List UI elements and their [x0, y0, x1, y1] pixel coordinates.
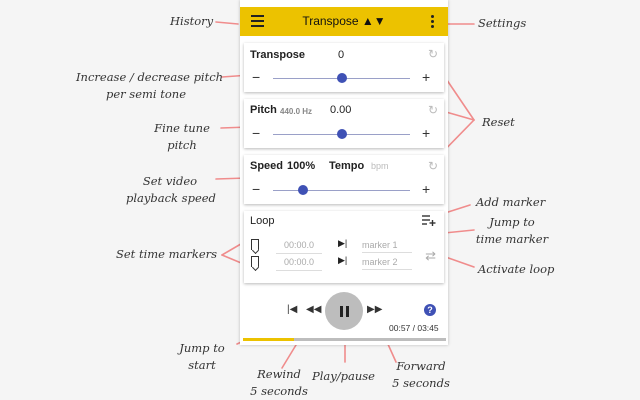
annotation-jump-marker: Jump to time marker — [475, 215, 549, 246]
forward-icon[interactable]: ▶▶ — [367, 304, 382, 315]
transpose-card: Transpose 0 ↻ − + — [244, 43, 444, 92]
marker-row-2: 00:00.0 ▶| marker 2 — [244, 255, 444, 271]
set-marker-1-icon[interactable] — [251, 239, 259, 250]
pitch-reset-icon[interactable]: ↻ — [428, 103, 438, 117]
arrow-add-marker — [444, 204, 471, 214]
marker-2-time[interactable]: 00:00.0 — [276, 255, 322, 271]
marker-1-time[interactable]: 00:00.0 — [276, 238, 322, 254]
transpose-reset-icon[interactable]: ↻ — [428, 47, 438, 61]
settings-kebab-icon[interactable] — [431, 15, 434, 30]
progress-bar[interactable] — [243, 338, 446, 341]
progress-fill — [243, 338, 295, 341]
annotation-settings: Settings — [478, 16, 527, 30]
transpose-value: 0 — [338, 49, 345, 61]
annotation-activate-loop: Activate loop — [478, 262, 555, 276]
tempo-input[interactable]: bpm — [371, 161, 389, 171]
play-pause-button[interactable] — [325, 292, 363, 330]
jump-start-icon[interactable]: |◀ — [287, 304, 297, 315]
tempo-label: Tempo — [329, 160, 365, 172]
annotation-set-markers: Set time markers — [116, 247, 218, 261]
annotation-add-marker: Add marker — [476, 195, 546, 209]
header-bar: Transpose ▲▼ — [240, 7, 448, 36]
speed-card: Speed 100% Tempo bpm ↻ − + — [244, 155, 444, 204]
annotation-jump-start: Jump to start — [179, 341, 225, 372]
marker-2-name[interactable]: marker 2 — [362, 255, 412, 270]
annotation-speed: Set video playback speed — [126, 174, 216, 205]
pitch-decrease-button[interactable]: − — [252, 125, 260, 141]
annotation-rewind: Rewind 5 seconds — [250, 367, 308, 398]
annotation-fine-tune: Fine tune pitch — [154, 121, 210, 152]
speed-reset-icon[interactable]: ↻ — [428, 159, 438, 173]
annotation-history: History — [170, 14, 214, 28]
help-icon[interactable]: ? — [424, 304, 436, 316]
pause-icon — [339, 305, 343, 317]
time-display: 00:57 / 03:45 — [389, 323, 439, 333]
header-title: Transpose ▲▼ — [302, 14, 386, 28]
pitch-increase-button[interactable]: + — [422, 125, 430, 141]
pitch-label: Pitch — [250, 104, 277, 116]
annotation-reset: Reset — [482, 115, 515, 129]
speed-decrease-button[interactable]: − — [252, 181, 260, 197]
jump-marker-1-icon[interactable]: ▶| — [338, 238, 347, 249]
jump-marker-2-icon[interactable]: ▶| — [338, 255, 347, 266]
annotation-play-pause: Play/pause — [312, 369, 375, 383]
pitch-frequency: 440.0 Hz — [280, 107, 313, 116]
transpose-slider-thumb[interactable] — [336, 73, 347, 83]
loop-label: Loop — [250, 215, 275, 227]
speed-slider-track[interactable] — [273, 190, 410, 191]
arrow-history — [215, 21, 239, 25]
extension-popup: Transpose ▲▼ Transpose 0 ↻ − + Pitch 440… — [240, 0, 448, 345]
pitch-slider-thumb[interactable] — [336, 129, 347, 139]
speed-slider-thumb[interactable] — [298, 185, 309, 195]
transpose-label: Transpose — [250, 49, 306, 61]
speed-increase-button[interactable]: + — [422, 181, 430, 197]
annotation-forward: Forward 5 seconds — [392, 359, 450, 390]
loop-card: Loop 00:00.0 ▶| marker 1 00:00.0 ▶| mark… — [244, 211, 444, 283]
pitch-card: Pitch 440.0 Hz 0.00 ↻ − + — [244, 99, 444, 148]
rewind-icon[interactable]: ◀◀ — [306, 304, 321, 315]
speed-label: Speed — [250, 160, 284, 172]
pitch-value: 0.00 — [330, 104, 352, 116]
add-marker-icon[interactable] — [422, 214, 436, 226]
player-controls: |◀ ◀◀ ▶▶ ? 00:57 / 03:45 — [240, 290, 448, 333]
transpose-increase-button[interactable]: + — [422, 69, 430, 85]
loop-toggle-icon[interactable]: ⇄ — [425, 248, 436, 264]
marker-1-name[interactable]: marker 1 — [362, 238, 412, 253]
marker-row-1: 00:00.0 ▶| marker 1 — [244, 238, 444, 254]
annotation-increase-pitch: Increase / decrease pitch per semi tone — [76, 70, 224, 101]
transpose-decrease-button[interactable]: − — [252, 69, 260, 85]
set-marker-2-icon[interactable] — [251, 256, 259, 267]
speed-value: 100% — [287, 160, 316, 172]
